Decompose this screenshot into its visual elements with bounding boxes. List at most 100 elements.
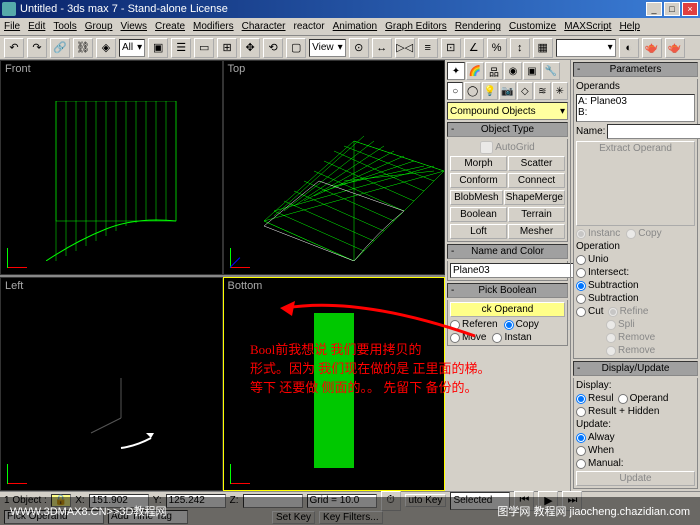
named-selection-button[interactable]: ▦: [533, 38, 553, 58]
cat-cameras[interactable]: 📷: [499, 82, 515, 100]
select-name-button[interactable]: ☰: [171, 38, 191, 58]
bind-button[interactable]: ◈: [96, 38, 116, 58]
tab-create[interactable]: ✦: [447, 62, 465, 80]
radio-instance[interactable]: [492, 333, 502, 343]
main-toolbar: ↶ ↷ 🔗 ⛓ ◈ All▾ ▣ ☰ ▭ ⊞ ✥ ⟲ ▢ View▾ ⊙ ↔ ▷…: [0, 36, 700, 60]
radio-intersect[interactable]: [576, 268, 586, 278]
radio-cut[interactable]: [576, 307, 586, 317]
minimize-button[interactable]: _: [646, 2, 662, 16]
operands-list[interactable]: A: Plane03 B:: [576, 94, 695, 122]
material-editor-button[interactable]: ◐: [619, 38, 639, 58]
radio-subtraction-ba[interactable]: [576, 294, 586, 304]
align-button[interactable]: ≡: [418, 38, 438, 58]
viewport-left[interactable]: Left: [0, 277, 223, 492]
cat-systems[interactable]: ✳: [552, 82, 568, 100]
tab-motion[interactable]: ◉: [504, 62, 522, 80]
menu-maxscript[interactable]: MAXScript: [564, 21, 611, 32]
btn-boolean[interactable]: Boolean: [450, 207, 507, 222]
btn-conform[interactable]: Conform: [450, 173, 507, 188]
move-button[interactable]: ✥: [240, 38, 260, 58]
app-icon: [2, 2, 16, 16]
viewports: Front Top: [0, 60, 445, 491]
update-button: Update: [576, 471, 695, 486]
menu-reactor[interactable]: reactor: [294, 21, 325, 32]
refcoord-dropdown[interactable]: View▾: [309, 39, 346, 57]
scale-button[interactable]: ▢: [286, 38, 306, 58]
menu-create[interactable]: Create: [155, 21, 185, 32]
radio-operand[interactable]: [618, 394, 628, 404]
btn-blobmesh[interactable]: BlobMesh: [450, 190, 503, 205]
window-title: Untitled - 3ds max 7 - Stand-alone Licen…: [20, 3, 646, 15]
cat-shapes[interactable]: ◯: [464, 82, 480, 100]
tab-modify[interactable]: 🌈: [466, 62, 484, 80]
snap-button[interactable]: ⊡: [441, 38, 461, 58]
cat-spacewarps[interactable]: ≋: [534, 82, 550, 100]
menu-help[interactable]: Help: [619, 21, 640, 32]
operand-name-input[interactable]: [607, 124, 700, 139]
btn-terrain[interactable]: Terrain: [508, 207, 565, 222]
radio-when[interactable]: [576, 446, 586, 456]
menu-character[interactable]: Character: [242, 21, 286, 32]
autogrid-check: [480, 141, 493, 154]
spinner-snap-button[interactable]: ↕: [510, 38, 530, 58]
btn-loft[interactable]: Loft: [450, 224, 507, 239]
cat-geometry[interactable]: ○: [447, 82, 463, 100]
maximize-button[interactable]: □: [664, 2, 680, 16]
btn-morph[interactable]: Morph: [450, 156, 507, 171]
menu-animation[interactable]: Animation: [333, 21, 377, 32]
menu-rendering[interactable]: Rendering: [455, 21, 501, 32]
object-name-input[interactable]: [450, 263, 588, 278]
menu-group[interactable]: Group: [85, 21, 113, 32]
menu-tools[interactable]: Tools: [53, 21, 76, 32]
btn-scatter[interactable]: Scatter: [508, 156, 565, 171]
category-dropdown[interactable]: Compound Objects▾: [447, 102, 568, 120]
menu-modifiers[interactable]: Modifiers: [193, 21, 234, 32]
percent-snap-button[interactable]: %: [487, 38, 507, 58]
unlink-button[interactable]: ⛓: [73, 38, 93, 58]
menu-file[interactable]: File: [4, 21, 20, 32]
rotate-button[interactable]: ⟲: [263, 38, 283, 58]
mirror-button[interactable]: ▷◁: [395, 38, 415, 58]
radio-resulthidden[interactable]: [576, 407, 586, 417]
redo-button[interactable]: ↷: [27, 38, 47, 58]
rollout-display[interactable]: Display/Update: [573, 361, 698, 376]
object-category-tabs: ○ ◯ 💡 📷 ◇ ≋ ✳: [447, 82, 568, 100]
btn-shapemerge[interactable]: ShapeMerge: [504, 190, 565, 205]
window-crossing-button[interactable]: ⊞: [217, 38, 237, 58]
btn-mesher[interactable]: Mesher: [508, 224, 565, 239]
radio-subtraction-ab[interactable]: [576, 281, 586, 291]
rollout-objecttype[interactable]: Object Type: [447, 122, 568, 137]
select-region-button[interactable]: ▭: [194, 38, 214, 58]
pivot-button[interactable]: ⊙: [349, 38, 369, 58]
rollout-namecolor[interactable]: Name and Color: [447, 244, 568, 259]
menu-customize[interactable]: Customize: [509, 21, 556, 32]
tab-hierarchy[interactable]: 品: [485, 62, 503, 80]
selection-filter[interactable]: All▾: [119, 39, 145, 57]
viewport-front[interactable]: Front: [0, 60, 223, 275]
rollout-parameters[interactable]: Parameters: [573, 62, 698, 77]
cat-helpers[interactable]: ◇: [517, 82, 533, 100]
undo-button[interactable]: ↶: [4, 38, 24, 58]
named-selection-dropdown[interactable]: ▾: [556, 39, 616, 57]
btn-connect[interactable]: Connect: [508, 173, 565, 188]
annotation-text: Bool前我想说 我们要用拷贝的 形式。因为 我们现在做的是 正里面的梯。 等下…: [250, 339, 491, 396]
quick-render-button[interactable]: 🫖: [665, 38, 685, 58]
menu-views[interactable]: Views: [121, 21, 148, 32]
menu-grapheditors[interactable]: Graph Editors: [385, 21, 447, 32]
radio-result[interactable]: [576, 394, 586, 404]
angle-snap-button[interactable]: ∠: [464, 38, 484, 58]
render-scene-button[interactable]: 🫖: [642, 38, 662, 58]
radio-copy[interactable]: [504, 320, 514, 330]
radio-always[interactable]: [576, 433, 586, 443]
link-button[interactable]: 🔗: [50, 38, 70, 58]
close-button[interactable]: ×: [682, 2, 698, 16]
restrict-x-button[interactable]: ↔: [372, 38, 392, 58]
tab-display[interactable]: ▣: [523, 62, 541, 80]
viewport-top[interactable]: Top: [223, 60, 446, 275]
select-button[interactable]: ▣: [148, 38, 168, 58]
menu-edit[interactable]: Edit: [28, 21, 45, 32]
cat-lights[interactable]: 💡: [482, 82, 498, 100]
radio-union[interactable]: [576, 255, 586, 265]
radio-manual[interactable]: [576, 459, 586, 469]
tab-utilities[interactable]: 🔧: [542, 62, 560, 80]
